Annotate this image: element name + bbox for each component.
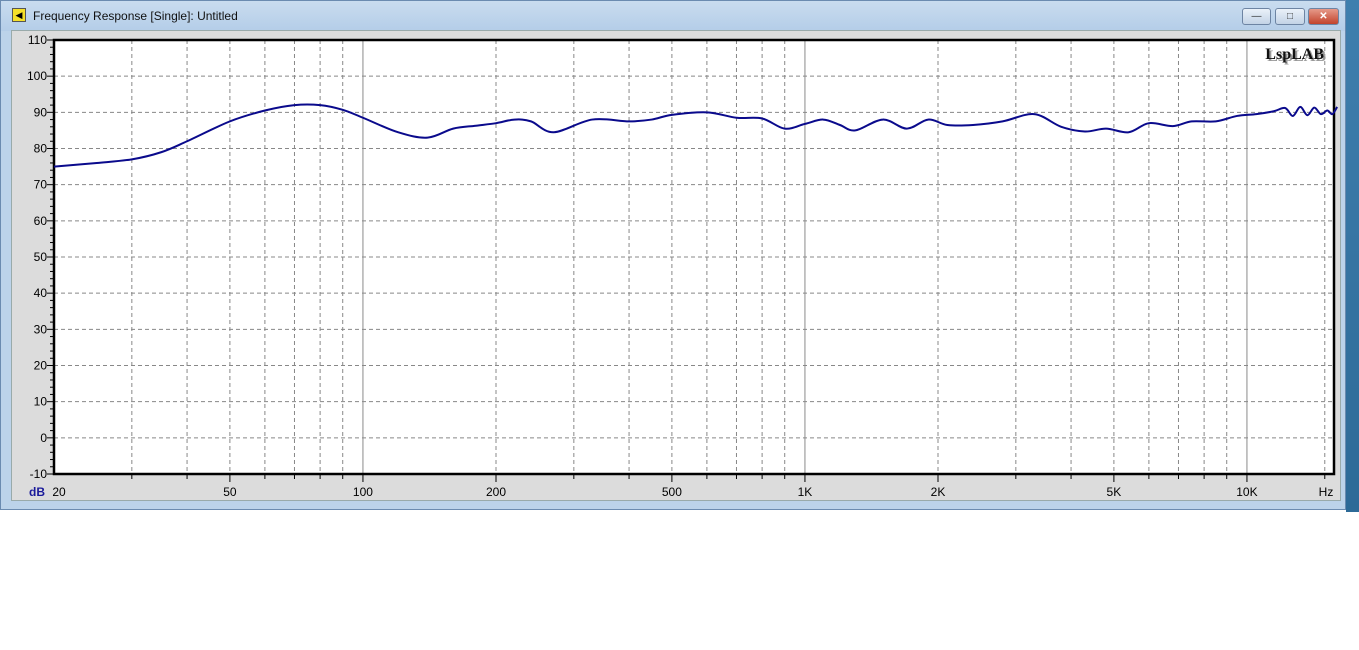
frequency-response-chart: 1101009080706050403020100-1020 50 100 200 50… <box>27 33 1339 499</box>
y-tick-label: 30 <box>34 322 48 336</box>
x-tick-label: 200 <box>486 485 506 499</box>
y-tick-label: 100 <box>27 69 47 83</box>
x-axis-unit-label: Hz <box>1319 485 1334 499</box>
y-tick-label: 0 <box>40 431 47 445</box>
y-tick-label: 90 <box>34 105 48 119</box>
y-tick-label: 110 <box>28 33 47 47</box>
y-axis-unit-label: dB <box>29 485 45 499</box>
x-tick-label: 1K <box>798 485 813 499</box>
y-tick-label: 20 <box>34 359 48 373</box>
x-tick-label: 10K <box>1236 485 1257 499</box>
x-tick-label: 500 <box>662 485 682 499</box>
y-tick-label: 40 <box>34 286 48 300</box>
lsplab-watermark: LspLAB <box>1265 46 1324 63</box>
y-tick-label: -10 <box>30 467 48 481</box>
x-tick-label: 50 <box>223 485 237 499</box>
x-tick-label: 20 <box>52 485 66 499</box>
y-tick-label: 60 <box>34 214 48 228</box>
y-tick-label: 70 <box>34 178 48 192</box>
x-tick-label: 2K <box>931 485 946 499</box>
x-tick-label: 5K <box>1107 485 1122 499</box>
x-tick-label: 100 <box>353 485 373 499</box>
y-tick-label: 80 <box>34 142 48 156</box>
y-tick-label: 50 <box>34 250 48 264</box>
y-tick-label: 10 <box>34 395 48 409</box>
